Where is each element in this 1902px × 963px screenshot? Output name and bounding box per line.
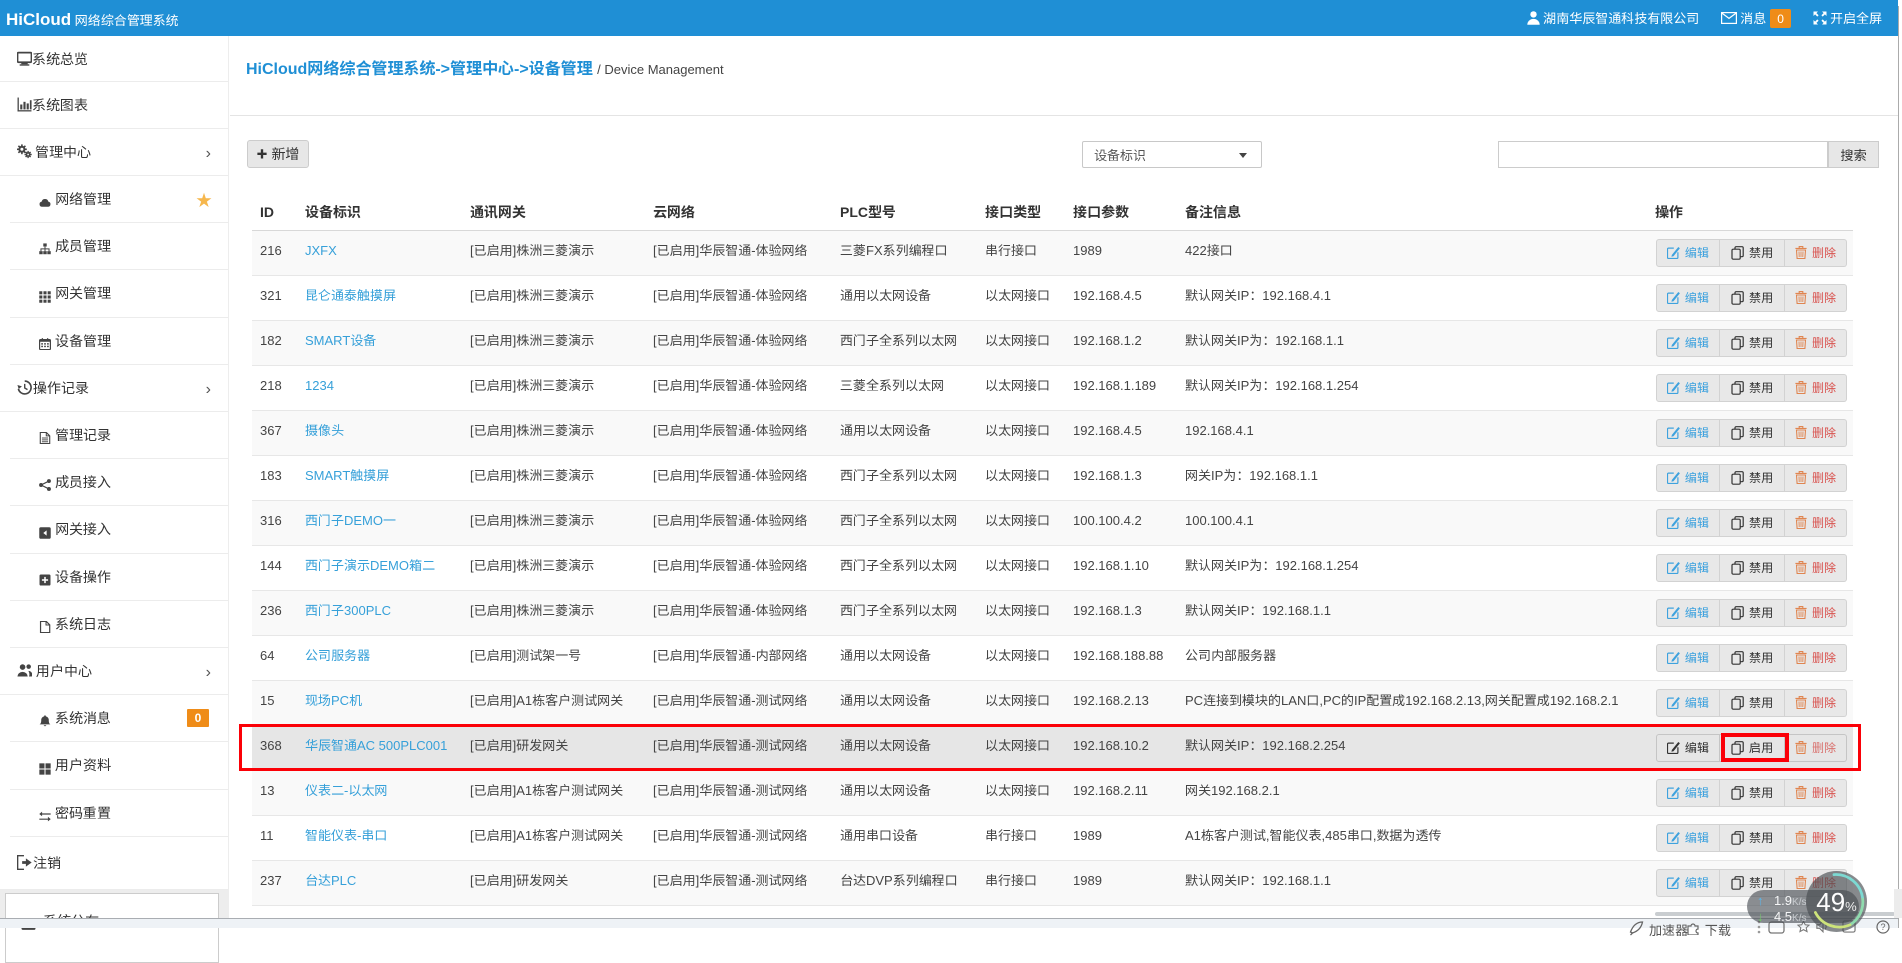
- svg-text:?: ?: [1880, 920, 1885, 933]
